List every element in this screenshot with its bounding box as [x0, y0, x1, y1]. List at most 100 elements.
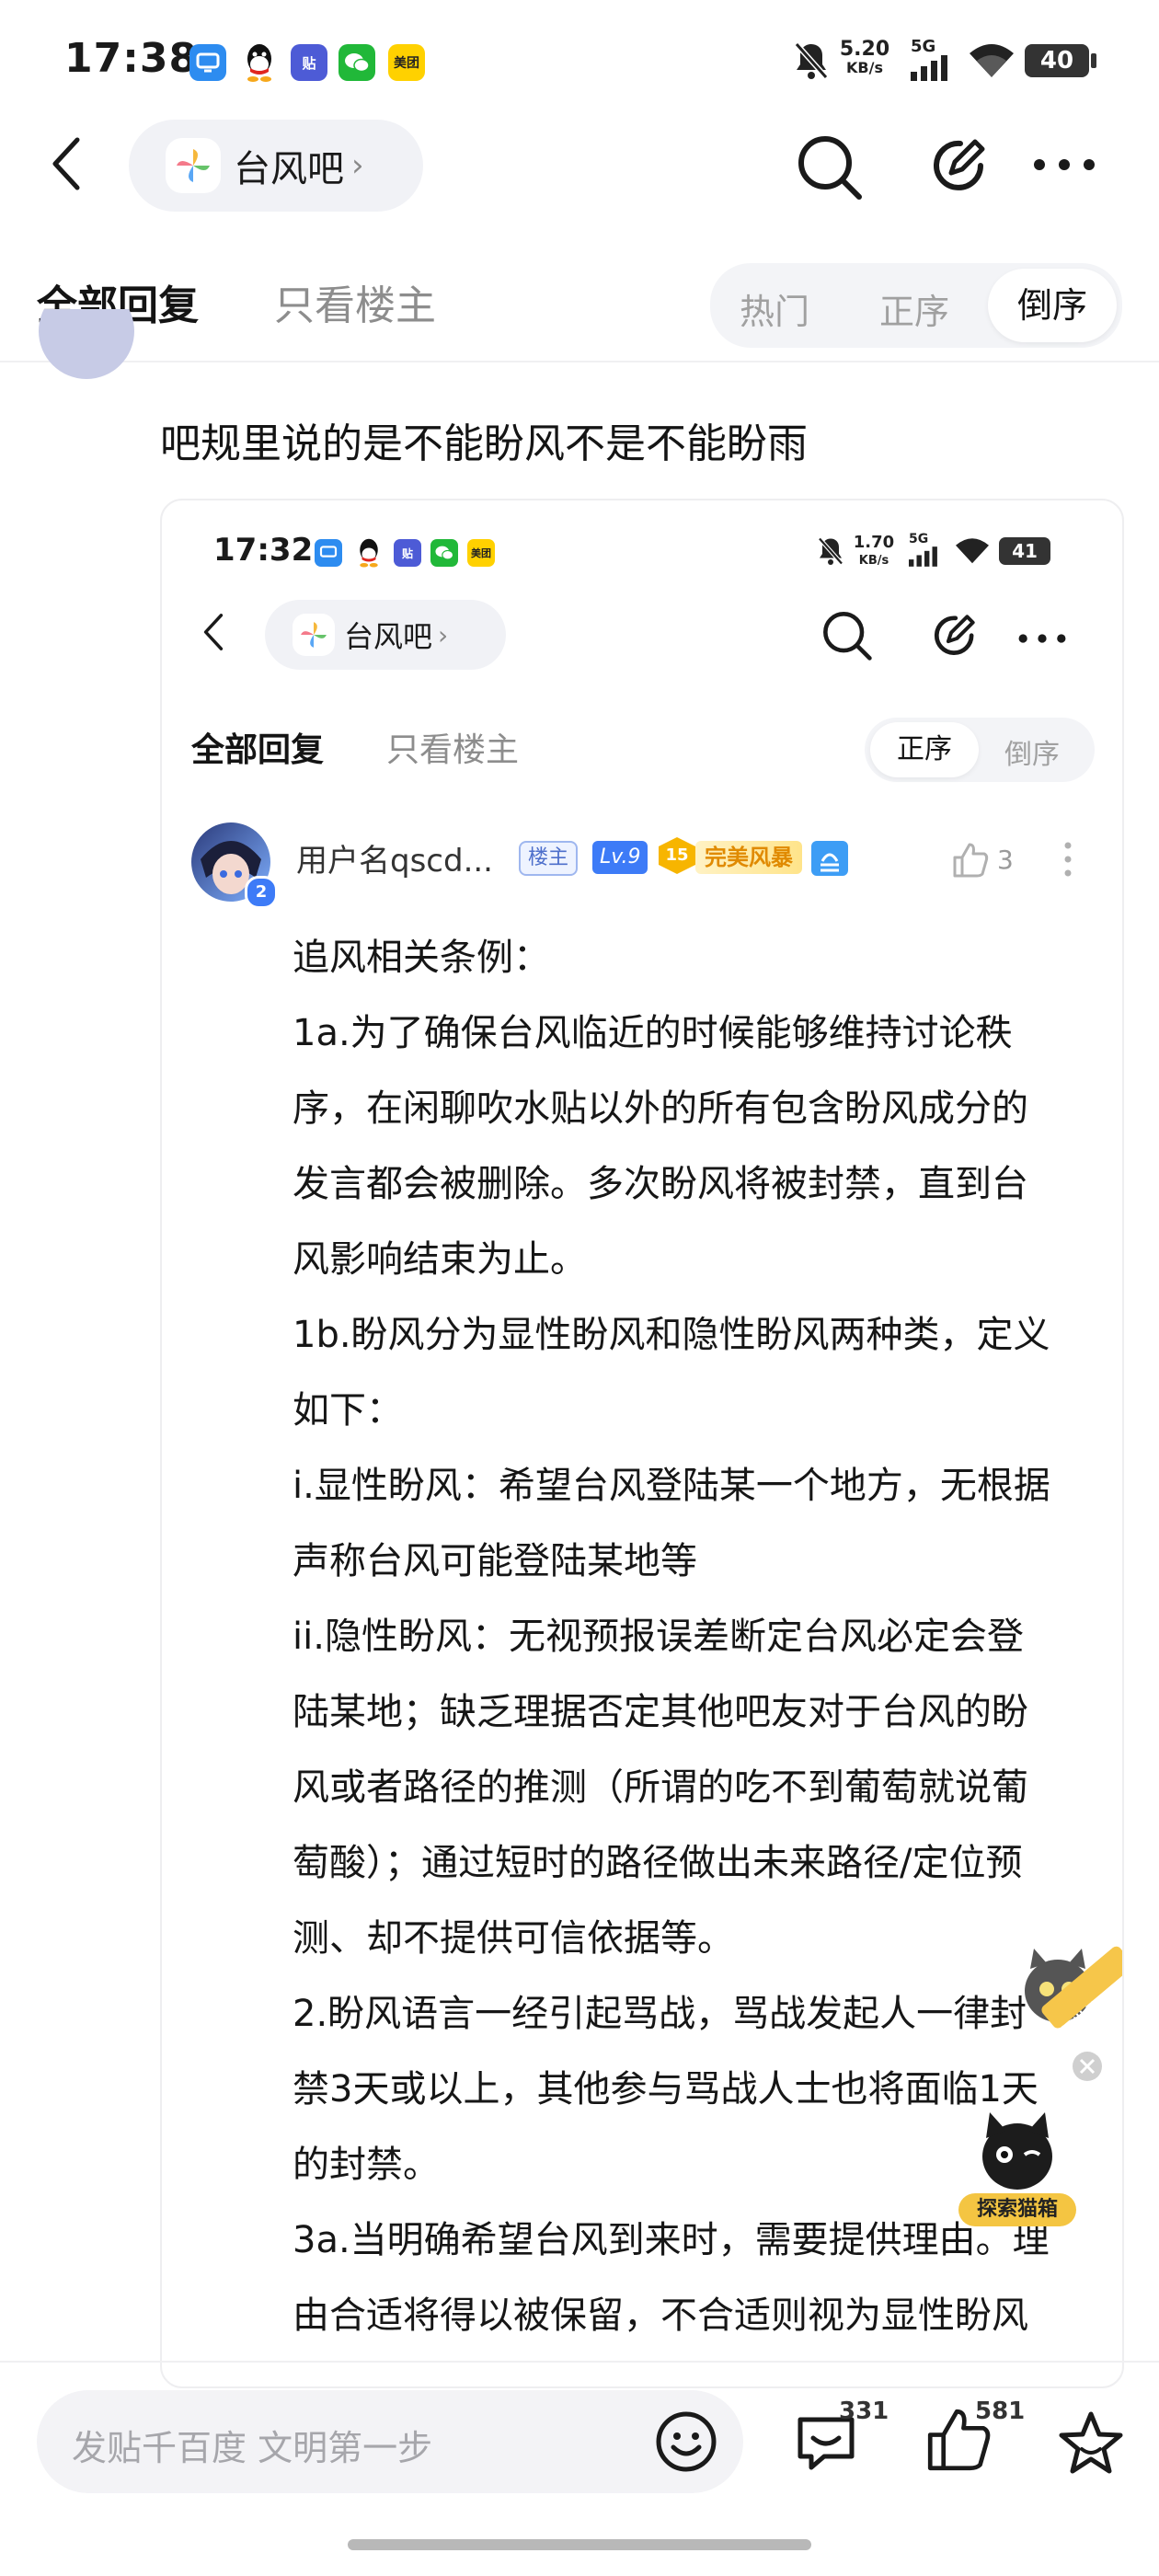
post-line: 序，在闲聊吹水贴以外的所有包含盼风成分的 — [293, 1087, 1028, 1130]
net-speed-unit: KB/s — [846, 59, 883, 76]
pinwheel-icon — [177, 149, 210, 182]
embedded-sort-selected-pill: 正序 — [870, 722, 979, 777]
embedded-net-speed: 1.70 KB/s — [852, 534, 896, 570]
embedded-network-type: 5G — [909, 532, 929, 546]
post-line: ii.隐性盼风：无视预报误差断定台风必定会登 — [293, 1616, 1024, 1658]
embedded-forum-avatar — [293, 614, 335, 656]
mute-bell-icon — [793, 40, 830, 85]
favorite-star-icon[interactable] — [1056, 2409, 1126, 2482]
forum-name: 台风吧 — [234, 148, 344, 190]
embedded-like-icon — [951, 841, 990, 883]
embedded-tieba-icon: 贴 — [394, 539, 421, 567]
embedded-net-speed-value: 1.70 — [853, 533, 895, 552]
like-count: 581 — [975, 2398, 1026, 2425]
back-icon[interactable] — [48, 134, 85, 197]
tieba-icon-label: 贴 — [302, 54, 316, 72]
post-line: 陆某地；缺乏理据否定其他吧友对于台风的盼 — [293, 1691, 1028, 1733]
taskbar-app-icon — [189, 44, 226, 81]
post-line: 如下： — [293, 1389, 403, 1432]
embedded-taskbar-app-icon — [315, 539, 342, 567]
comment-count: 331 — [839, 2398, 889, 2425]
embedded-level-badge: Lv.9 — [592, 841, 648, 874]
post-line: 由合适将得以被保留，不合适则视为显性盼风 — [293, 2294, 1028, 2337]
embedded-wifi-icon — [953, 535, 992, 569]
post-line: 风影响结束为止。 — [293, 1238, 587, 1281]
embedded-pinwheel-icon — [301, 622, 327, 648]
post-line: 萄酸）；通过短时的路径做出未来路径/定位预 — [293, 1842, 1023, 1884]
embedded-wechat-icon — [430, 539, 458, 567]
post-line: 测、却不提供可信依据等。 — [293, 1917, 734, 1960]
reply-text: 吧规里说的是不能盼风不是不能盼雨 — [160, 420, 808, 467]
embedded-avatar-badge: 2 — [245, 876, 278, 909]
embedded-zodiac-icon — [811, 841, 848, 876]
net-speed-value: 5.20 — [839, 38, 890, 61]
embedded-battery-level: 41 — [1012, 540, 1038, 562]
battery-icon: 40 — [1025, 44, 1089, 77]
embedded-back-icon — [201, 609, 226, 659]
post-line: 1b.盼风分为显性盼风和隐性盼风两种类，定义 — [293, 1314, 1050, 1356]
embedded-qq-icon — [355, 535, 383, 572]
embedded-status-time: 17:32 — [213, 532, 314, 569]
comment-input-placeholder: 发贴千百度 文明第一步 — [72, 2428, 433, 2468]
emoji-icon[interactable] — [655, 2410, 717, 2477]
embedded-edit-icon — [931, 611, 979, 662]
embedded-honor-title: 完美风暴 — [695, 841, 802, 874]
comment-input[interactable]: 发贴千百度 文明第一步 — [37, 2390, 743, 2493]
post-line: 2.盼风语言一经引起骂战，骂战发起人一律封 — [293, 1993, 1027, 2035]
forum-pill[interactable]: 台风吧 › — [129, 120, 423, 212]
embedded-meituan-icon-label: 美团 — [471, 547, 491, 559]
meituan-icon: 美团 — [388, 44, 425, 81]
tieba-icon: 贴 — [291, 44, 327, 81]
network-type: 5G — [911, 37, 936, 56]
embedded-mute-bell-icon — [817, 535, 844, 570]
sort-selected-pill[interactable]: 倒序 — [988, 269, 1117, 342]
wifi-icon — [966, 40, 1017, 83]
home-indicator[interactable] — [348, 2539, 811, 2550]
embedded-forum-name: 台风吧 — [344, 619, 433, 654]
signal-icon — [911, 55, 951, 85]
search-icon[interactable] — [795, 132, 865, 206]
embedded-sort-asc: 正序 — [897, 733, 952, 765]
embedded-floating-cat-badge: 探索猫箱 — [953, 2101, 1082, 2239]
sort-hot[interactable]: 热门 — [740, 283, 809, 334]
chevron-right-icon: › — [351, 147, 364, 184]
tab-op-only[interactable]: 只看楼主 — [274, 272, 436, 331]
post-line: 追风相关条例： — [293, 937, 550, 979]
embedded-cat-badge-label: 探索猫箱 — [958, 2193, 1076, 2226]
battery-tip — [1091, 53, 1096, 68]
embedded-floating-cat-ribbon: 探索猫箱 — [1003, 1936, 1122, 2092]
embedded-sort-desc: 倒序 — [1004, 739, 1060, 771]
bottom-divider — [0, 2361, 1159, 2363]
embedded-search-icon — [820, 609, 874, 666]
post-line: 1a.为了确保台风临近的时候能够维持讨论秩 — [293, 1012, 1013, 1054]
post-line: 风或者路径的推测（所谓的吃不到葡萄就说葡 — [293, 1766, 1028, 1809]
battery-level: 40 — [1039, 47, 1074, 75]
net-speed: 5.20 KB/s — [839, 40, 890, 77]
embedded-tab-op-only: 只看楼主 — [386, 731, 520, 769]
embedded-tieba-icon-label: 贴 — [401, 546, 413, 560]
forum-avatar — [166, 138, 221, 193]
embedded-screenshot[interactable]: 17:32 贴 美团 1.70 KB/s 5G 41 台风吧 › 全部回复 只看… — [160, 499, 1124, 2388]
more-icon[interactable] — [1032, 156, 1096, 177]
edit-icon[interactable] — [929, 134, 990, 199]
qq-icon — [241, 40, 278, 86]
post-line: 声称台风可能登陆某地等 — [293, 1540, 697, 1582]
embedded-battery-icon: 41 — [999, 537, 1050, 565]
embedded-like-count: 3 — [997, 845, 1014, 875]
meituan-icon-label: 美团 — [394, 56, 419, 71]
tabs-divider — [0, 361, 1159, 362]
embedded-op-badge: 楼主 — [519, 841, 579, 876]
embedded-chevron-right-icon: › — [438, 619, 449, 650]
sort-desc: 倒序 — [1016, 285, 1087, 326]
embedded-sort-switch: 正序 倒序 — [865, 718, 1095, 782]
embedded-signal-icon — [909, 546, 940, 570]
post-line: i.显性盼风：希望台风登陆某一个地方，无根据 — [293, 1465, 1050, 1507]
status-time: 17:38 — [64, 35, 199, 82]
embedded-post-more-icon — [1063, 841, 1073, 881]
embedded-honor-level: 15 — [659, 837, 695, 874]
wechat-icon — [339, 44, 375, 81]
reply-avatar[interactable] — [39, 309, 134, 379]
sort-switch: 热门 正序 倒序 — [710, 263, 1122, 348]
post-line: 发言都会被删除。多次盼风将被封禁，直到台 — [293, 1163, 1028, 1205]
sort-asc[interactable]: 正序 — [879, 283, 949, 334]
